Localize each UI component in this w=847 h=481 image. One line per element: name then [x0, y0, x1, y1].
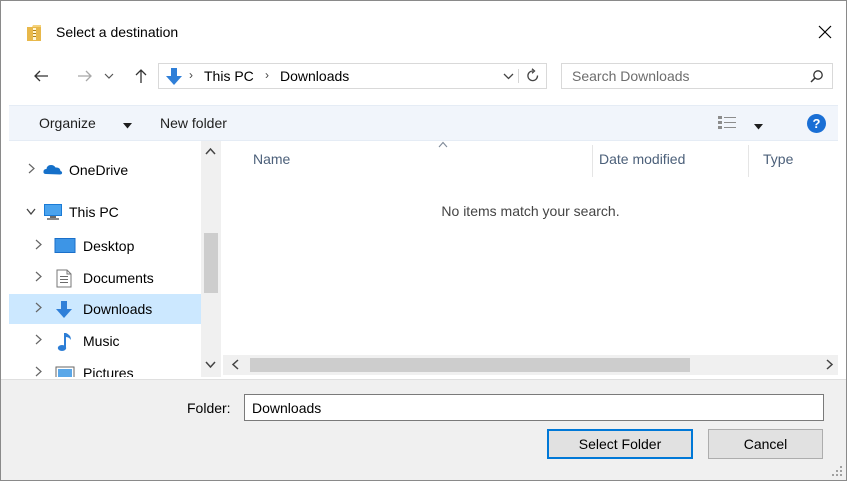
column-header-date-modified[interactable]: Date modified: [599, 151, 685, 167]
music-note-icon: [57, 333, 71, 351]
breadcrumb-downloads[interactable]: Downloads: [280, 68, 349, 84]
nav-item-label: Music: [83, 333, 120, 349]
help-button[interactable]: ?: [807, 114, 826, 133]
download-arrow-icon: [56, 301, 72, 318]
nav-item-downloads[interactable]: Downloads: [9, 294, 201, 324]
nav-item-this-pc[interactable]: This PC: [9, 197, 201, 227]
search-input[interactable]: [572, 68, 792, 84]
search-icon[interactable]: [810, 69, 824, 86]
chevron-right-icon[interactable]: [35, 302, 42, 313]
window-title: Select a destination: [56, 24, 179, 40]
breadcrumb-separator: ›: [189, 68, 193, 82]
nav-item-documents[interactable]: Documents: [9, 263, 201, 293]
nav-item-label: Documents: [83, 270, 154, 286]
desktop-icon: [54, 238, 76, 253]
download-arrow-icon: [165, 67, 183, 90]
dialog-footer: Folder: Select Folder Cancel: [1, 379, 846, 480]
view-caret-icon[interactable]: [754, 118, 763, 133]
chevron-right-icon[interactable]: [35, 366, 42, 377]
nav-item-music[interactable]: Music: [9, 326, 201, 356]
navigation-pane: OneDrive This PC Desktop Documents Downl…: [9, 141, 201, 377]
nav-item-label: Pictures: [83, 365, 134, 377]
forward-arrow-icon: [78, 70, 92, 82]
resize-grip-icon[interactable]: [831, 465, 843, 477]
folder-label: Folder:: [187, 400, 231, 416]
nav-item-onedrive[interactable]: OneDrive: [9, 155, 201, 185]
chevron-right-icon[interactable]: [35, 239, 42, 250]
search-box[interactable]: [561, 63, 833, 89]
refresh-icon: [527, 68, 539, 82]
scroll-down-icon[interactable]: [205, 361, 216, 369]
forward-button[interactable]: [73, 64, 97, 88]
close-icon: [818, 25, 832, 39]
navigation-pane-scrollbar[interactable]: [201, 141, 221, 377]
cancel-button[interactable]: Cancel: [708, 429, 823, 459]
organize-button[interactable]: Organize: [39, 115, 96, 131]
navigation-row: › This PC › Downloads: [1, 61, 846, 91]
nav-item-label: This PC: [69, 204, 119, 220]
chevron-right-icon[interactable]: [35, 271, 42, 282]
chevron-down-icon: [104, 73, 114, 79]
scroll-left-icon[interactable]: [231, 359, 239, 370]
breadcrumb-this-pc[interactable]: This PC: [204, 68, 254, 84]
folder-name-input[interactable]: [244, 394, 824, 421]
documents-icon: [56, 269, 72, 288]
chevron-right-icon[interactable]: [28, 163, 35, 174]
computer-icon: [44, 204, 62, 220]
file-list[interactable]: Name Date modified Type No items match y…: [223, 141, 838, 355]
select-destination-dialog: Select a destination › This PC › Downloa…: [0, 0, 847, 481]
new-folder-button[interactable]: New folder: [160, 115, 227, 131]
nav-item-pictures[interactable]: Pictures: [9, 358, 201, 377]
recent-locations-button[interactable]: [101, 64, 117, 88]
cloud-icon: [43, 165, 63, 175]
up-button[interactable]: [131, 64, 151, 88]
address-history-dropdown[interactable]: [503, 69, 514, 86]
address-divider: [518, 69, 519, 83]
back-arrow-icon: [34, 70, 48, 82]
navigation-pane-scroll-thumb[interactable]: [204, 233, 218, 293]
sort-ascending-icon: [438, 141, 448, 148]
chevron-right-icon[interactable]: [35, 334, 42, 345]
nav-item-label: Downloads: [83, 301, 153, 317]
title-bar: Select a destination: [1, 11, 846, 46]
file-list-scroll-thumb[interactable]: [250, 358, 690, 372]
command-bar: Organize New folder ?: [9, 105, 838, 141]
column-header-type[interactable]: Type: [763, 151, 793, 167]
column-header-name[interactable]: Name: [253, 151, 290, 167]
folder-zip-icon: [26, 24, 42, 45]
file-list-horizontal-scrollbar[interactable]: [223, 355, 838, 375]
address-bar[interactable]: › This PC › Downloads: [158, 63, 547, 89]
nav-item-label: OneDrive: [69, 162, 129, 178]
up-arrow-icon: [135, 69, 147, 83]
close-button[interactable]: [810, 19, 840, 45]
nav-item-label: Desktop: [83, 238, 135, 254]
scroll-up-icon[interactable]: [205, 147, 216, 155]
scroll-right-icon[interactable]: [826, 359, 834, 370]
back-button[interactable]: [29, 64, 53, 88]
select-folder-button[interactable]: Select Folder: [547, 429, 693, 459]
refresh-button[interactable]: [526, 68, 540, 87]
empty-message: No items match your search.: [441, 203, 620, 219]
pictures-icon: [55, 366, 75, 377]
nav-item-desktop[interactable]: Desktop: [9, 231, 201, 261]
column-divider[interactable]: [592, 145, 593, 177]
view-options-icon[interactable]: [718, 116, 736, 132]
organize-caret-icon[interactable]: [123, 117, 132, 132]
column-divider[interactable]: [748, 145, 749, 177]
chevron-down-icon[interactable]: [26, 208, 36, 215]
breadcrumb-separator: ›: [265, 68, 269, 82]
chevron-down-icon: [503, 73, 514, 80]
